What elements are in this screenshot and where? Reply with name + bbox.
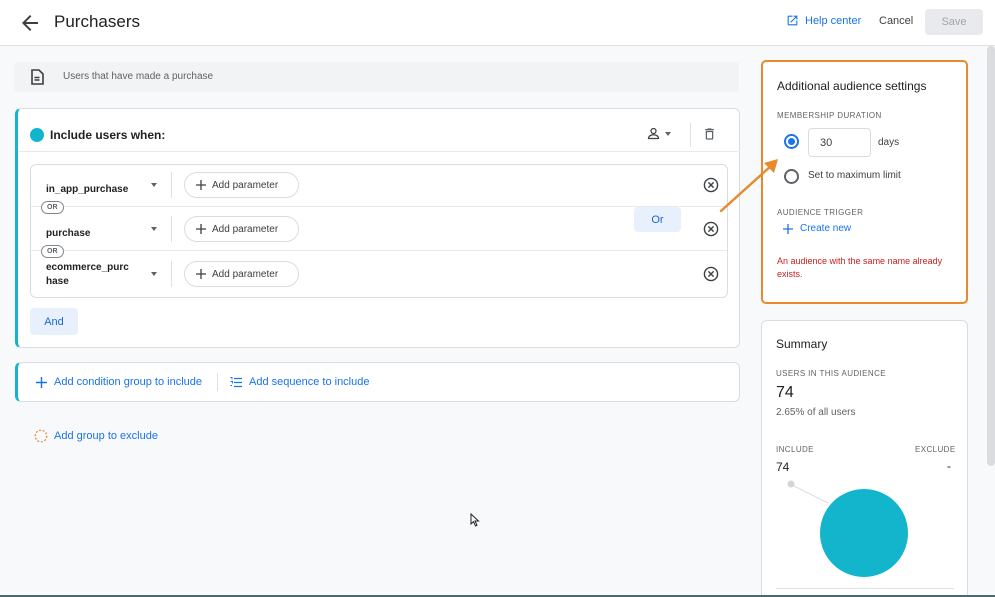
users-percentage: 2.65% of all users: [776, 407, 856, 418]
plus-icon: [196, 224, 206, 234]
divider: [18, 151, 740, 152]
add-group-bar: Add condition group to include Add seque…: [15, 362, 740, 402]
max-limit-radio[interactable]: [784, 169, 799, 184]
users-in-audience-label: USERS IN THIS AUDIENCE: [776, 369, 887, 378]
plus-icon: [196, 180, 206, 190]
add-exclude-group-button[interactable]: Add group to exclude: [34, 429, 158, 443]
audience-venn-chart: [787, 480, 908, 577]
event-name: in_app_purchase: [46, 184, 129, 195]
include-condition-group: Include users when: in_app_purchase Add …: [15, 108, 740, 348]
or-chip: OR: [41, 245, 64, 258]
add-parameter-button[interactable]: Add parameter: [184, 172, 299, 198]
days-input[interactable]: [808, 128, 871, 157]
add-exclude-label: Add group to exclude: [54, 430, 158, 442]
top-bar: Purchasers Help center Cancel Save: [0, 0, 995, 46]
include-group-title: Include users when:: [50, 128, 166, 142]
remove-condition-icon[interactable]: [703, 221, 719, 237]
add-sequence-label: Add sequence to include: [249, 376, 370, 388]
additional-audience-settings: Additional audience settings MEMBERSHIP …: [761, 60, 968, 304]
max-limit-label: Set to maximum limit: [808, 170, 901, 181]
cancel-button[interactable]: Cancel: [879, 15, 913, 27]
condition-list: in_app_purchase Add parameter OR purchas…: [30, 164, 728, 298]
chevron-down-icon: [151, 227, 157, 231]
event-select[interactable]: purchase: [46, 223, 90, 241]
add-parameter-label: Add parameter: [212, 268, 279, 280]
divider: [776, 588, 954, 589]
exclude-label: EXCLUDE: [915, 445, 956, 454]
add-parameter-label: Add parameter: [212, 179, 279, 191]
duration-days-radio[interactable]: [784, 134, 799, 149]
person-icon: [646, 126, 661, 141]
divider: [690, 123, 691, 147]
description-text: Users that have made a purchase: [63, 71, 214, 82]
divider: [217, 373, 218, 391]
divider: [31, 250, 727, 251]
annotation-arrow: [719, 159, 778, 213]
plus-icon: [783, 223, 793, 234]
save-button[interactable]: Save: [925, 9, 983, 35]
mouse-cursor-icon: [470, 513, 480, 527]
chevron-down-icon: [151, 183, 157, 187]
chevron-down-icon: [151, 272, 157, 276]
add-sequence-button[interactable]: Add sequence to include: [230, 376, 369, 388]
include-value: 74: [776, 460, 790, 474]
include-circle: [820, 489, 908, 577]
scope-dropdown[interactable]: [646, 126, 671, 141]
event-name-continued: hase: [46, 276, 69, 287]
chevron-down-icon: [665, 131, 671, 136]
plus-icon: [196, 269, 206, 279]
remove-condition-icon[interactable]: [703, 266, 719, 282]
settings-title: Additional audience settings: [777, 79, 927, 93]
back-arrow-icon[interactable]: [18, 11, 42, 35]
create-trigger-button[interactable]: Create new: [783, 223, 851, 234]
membership-duration-label: MEMBERSHIP DURATION: [777, 111, 882, 120]
days-unit-label: days: [878, 137, 900, 148]
scrollbar[interactable]: [987, 46, 995, 466]
users-count: 74: [776, 384, 794, 401]
or-button[interactable]: Or: [634, 207, 681, 232]
divider: [31, 206, 727, 207]
open-in-new-icon: [786, 14, 799, 27]
exclude-circle: [787, 480, 795, 488]
divider: [171, 261, 172, 287]
add-condition-group-label: Add condition group to include: [54, 376, 202, 388]
divider: [171, 172, 172, 198]
summary-card: Summary USERS IN THIS AUDIENCE 74 2.65% …: [761, 320, 968, 597]
error-message: An audience with the same name already e…: [777, 256, 943, 279]
or-chip: OR: [41, 201, 64, 214]
help-center-label: Help center: [805, 14, 862, 27]
audience-trigger-label: AUDIENCE TRIGGER: [777, 208, 864, 217]
summary-title: Summary: [776, 337, 828, 351]
event-name: purchase: [46, 228, 91, 239]
create-new-label: Create new: [800, 223, 852, 234]
add-parameter-button[interactable]: Add parameter: [184, 216, 299, 242]
add-condition-group-button[interactable]: Add condition group to include: [36, 376, 202, 388]
audience-description-field[interactable]: Users that have made a purchase: [14, 62, 739, 92]
add-parameter-label: Add parameter: [212, 223, 279, 235]
event-select[interactable]: ecommerce_purc hase: [46, 261, 129, 289]
event-name: ecommerce_purc: [46, 262, 129, 273]
sequence-list-icon: [230, 376, 242, 388]
group-indicator-dot: [30, 128, 44, 142]
exclude-value: -: [947, 459, 951, 473]
add-parameter-button[interactable]: Add parameter: [184, 261, 299, 287]
page-title: Purchasers: [54, 12, 140, 31]
dashed-circle-icon: [34, 429, 48, 443]
document-icon: [30, 69, 44, 85]
event-select[interactable]: in_app_purchase: [46, 179, 128, 197]
and-button[interactable]: And: [30, 308, 78, 335]
help-center-link[interactable]: Help center: [786, 14, 861, 27]
delete-icon[interactable]: [702, 126, 717, 142]
include-label: INCLUDE: [776, 445, 814, 454]
divider: [171, 216, 172, 242]
plus-icon: [36, 376, 47, 388]
